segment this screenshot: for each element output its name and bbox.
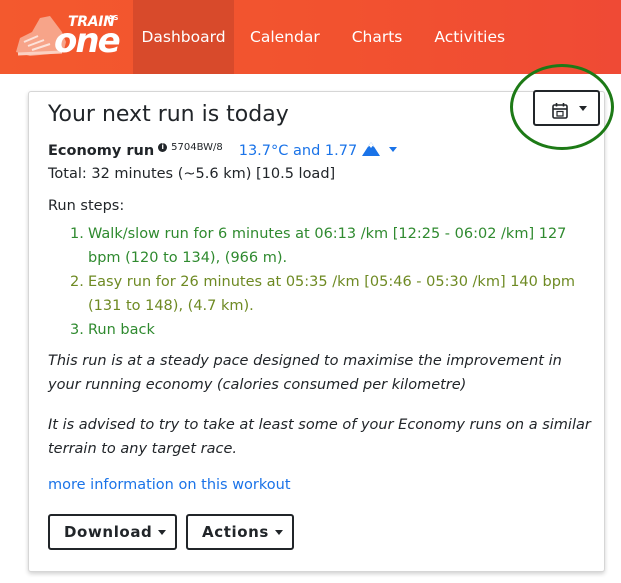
step-number: 3.	[70, 322, 84, 338]
highlight-ring	[510, 64, 614, 150]
weather-dropdown[interactable]: 13.7°C and 1.77	[238, 142, 398, 159]
step-text: Run back	[88, 322, 155, 338]
run-step: 1. Walk/slow run for 6 minutes at 06:13 …	[70, 222, 580, 270]
run-step: 3. Run back	[70, 318, 580, 342]
nav-dashboard[interactable]: Dashboard	[133, 0, 234, 74]
chevron-down-icon	[158, 529, 167, 535]
nav-activities[interactable]: Activities	[418, 0, 521, 74]
mountain-icon	[362, 142, 381, 156]
nav-charts[interactable]: Charts	[336, 0, 419, 74]
navbar: TRAIN AS one Dashboard Calendar Charts A…	[0, 0, 621, 74]
download-button[interactable]: Download	[48, 514, 177, 550]
download-label: Download	[64, 523, 153, 541]
more-info-link[interactable]: more information on this workout	[48, 477, 291, 493]
chevron-down-icon	[274, 529, 283, 535]
info-icon[interactable]: i	[158, 143, 168, 152]
steps-label: Run steps:	[48, 198, 125, 214]
step-text: Walk/slow run for 6 minutes at 06:13 /km…	[88, 226, 567, 266]
step-text: Easy run for 26 minutes at 05:35 /km [05…	[88, 274, 576, 314]
step-number: 2.	[70, 274, 84, 290]
actions-button[interactable]: Actions	[186, 514, 294, 550]
brand-one-text: one	[54, 21, 121, 61]
workout-code: 5704BW/8	[171, 142, 223, 153]
weather-chevron-icon	[389, 147, 398, 152]
weather-text: 13.7°C and 1.77	[238, 143, 358, 159]
step-number: 1.	[70, 226, 84, 242]
workout-description: This run is at a steady pace designed to…	[48, 353, 562, 393]
workout-advice: It is advised to try to take at least so…	[48, 417, 591, 457]
nav-calendar[interactable]: Calendar	[234, 0, 336, 74]
card-title: Your next run is today	[48, 102, 289, 127]
run-step: 2. Easy run for 26 minutes at 05:35 /km …	[70, 270, 580, 318]
total-summary: Total: 32 minutes (~5.6 km) [10.5 load]	[48, 166, 336, 182]
workout-line: Economy run i 5704BW/8 13.7°C and 1.77	[48, 141, 398, 159]
actions-label: Actions	[202, 523, 269, 541]
brand-logo[interactable]: TRAIN AS one	[0, 0, 133, 74]
workout-name: Economy run	[48, 143, 155, 159]
run-steps-list: 1. Walk/slow run for 6 minutes at 06:13 …	[70, 222, 580, 342]
